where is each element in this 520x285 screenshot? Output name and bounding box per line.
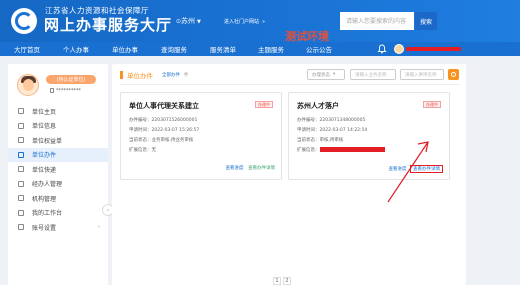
current-status: 当前状态：业务审核,待业务审核 xyxy=(129,138,194,143)
business-name-input[interactable]: 请输入业务名称 xyxy=(350,69,396,80)
page-1[interactable]: 1 xyxy=(273,277,281,285)
gear-icon xyxy=(18,224,24,231)
redacted-username xyxy=(406,47,461,51)
tab-all-cases[interactable]: 全部办件 xyxy=(162,72,180,78)
phone-icon xyxy=(50,88,54,93)
personal-portal-link[interactable]: 进入社门户网站» xyxy=(224,18,265,25)
chevron-down-icon: ▼ xyxy=(197,19,201,25)
status-filter-select[interactable]: 办理状态 ▾ xyxy=(307,69,345,80)
home-icon xyxy=(18,108,24,115)
page-2[interactable]: 2 xyxy=(283,277,291,285)
case-number: 办件编号：2203071526000001 xyxy=(129,118,198,123)
arrow-right-icon: » xyxy=(262,19,266,25)
nav-personal[interactable]: 个人办事 xyxy=(63,44,89,54)
user-icon xyxy=(18,180,24,187)
pagination: 12 xyxy=(273,277,293,285)
nav-theme[interactable]: 主题服务 xyxy=(258,44,284,54)
nav-unit[interactable]: 单位办事 xyxy=(112,44,138,54)
truck-icon xyxy=(18,166,24,173)
title-accent xyxy=(120,71,123,79)
current-status: 当前状态：审核,待审核 xyxy=(297,138,344,143)
profile-id: ********** xyxy=(50,88,81,94)
folder-icon xyxy=(18,151,24,158)
filter-search-button[interactable] xyxy=(448,69,459,80)
sidebar-item-workbench[interactable]: 我的工作台 xyxy=(8,206,108,221)
nav-query[interactable]: 查询服务 xyxy=(161,44,187,54)
case-card: 单位人事代理关系建立 办理中 办件编号：2203071526000001 申请时… xyxy=(120,92,282,180)
hall-title: 网上办事服务大厅 xyxy=(44,16,173,34)
sidebar: (待认证单位) ********** 单位主页 单位信息 单位权益单 单位办件 … xyxy=(8,64,108,285)
status-badge: 办理中 xyxy=(255,101,273,108)
page-title: 单位办件 xyxy=(127,72,153,80)
sidebar-item-rights[interactable]: 单位权益单 xyxy=(8,133,108,148)
view-detail-link[interactable]: 查看办件详情 xyxy=(248,166,275,171)
site-logo[interactable] xyxy=(11,8,37,34)
nav-service-list[interactable]: 服务清单 xyxy=(210,44,236,54)
apply-time: 申请时间：2022-03-07 15:26:57 xyxy=(129,128,200,133)
shield-icon xyxy=(18,137,24,144)
sidebar-item-express[interactable]: 单位快递 xyxy=(8,162,108,177)
sidebar-item-account[interactable]: 账号设置 › xyxy=(8,220,108,235)
search-button[interactable]: 搜索 xyxy=(415,12,437,30)
user-avatar[interactable] xyxy=(394,44,404,54)
annotation-arrow-icon xyxy=(387,141,429,203)
city-label: 苏州 xyxy=(181,17,196,25)
document-icon xyxy=(18,122,24,129)
nav-announcements[interactable]: 公示公告 xyxy=(306,44,332,54)
chevron-right-icon: › xyxy=(98,224,100,230)
divider xyxy=(120,84,460,85)
site-header: 江苏省人力资源和社会保障厅 网上办事服务大厅 ⊙苏州▼ 进入社门户网站» 搜索 xyxy=(0,0,520,42)
view-progress-link[interactable]: 查看进度 xyxy=(226,166,244,171)
search-input[interactable] xyxy=(340,12,414,30)
tab-other[interactable]: 件 xyxy=(184,72,189,78)
desk-icon xyxy=(18,209,24,216)
sidebar-item-unit-info[interactable]: 单位信息 xyxy=(8,119,108,134)
org-icon xyxy=(18,195,24,202)
case-number: 办件编号：2203071348000005 xyxy=(297,118,366,123)
sidebar-item-org[interactable]: 机构管理 xyxy=(8,191,108,206)
item-name-input[interactable]: 请输入事项名称 xyxy=(400,69,444,80)
role-badge: (待认证单位) xyxy=(46,75,96,84)
card-links: 查看进度 查看办件详情 xyxy=(223,165,275,171)
sidebar-menu: 单位主页 单位信息 单位权益单 单位办件 单位快递 经办人管理 机构管理 我的工… xyxy=(8,104,108,235)
extra-info: 扩展信息：无 xyxy=(129,148,156,153)
nav-home[interactable]: 大厅首页 xyxy=(14,44,40,54)
extra-info: 扩展信息： xyxy=(297,147,385,153)
bell-icon[interactable] xyxy=(377,44,387,54)
city-selector[interactable]: ⊙苏州 ▼ xyxy=(176,16,201,26)
sidebar-item-home[interactable]: 单位主页 xyxy=(8,104,108,119)
chevron-down-icon: ▾ xyxy=(333,72,336,77)
apply-time: 申请时间：2022-03-07 14:22:54 xyxy=(297,128,368,133)
case-title: 苏州人才落户 xyxy=(297,102,339,110)
status-badge: 办理中 xyxy=(423,101,441,108)
case-title: 单位人事代理关系建立 xyxy=(129,102,199,110)
sidebar-item-handlers[interactable]: 经办人管理 xyxy=(8,177,108,192)
sidebar-item-cases[interactable]: 单位办件 xyxy=(8,147,108,162)
profile-avatar xyxy=(17,74,39,96)
redacted-info xyxy=(319,147,385,152)
